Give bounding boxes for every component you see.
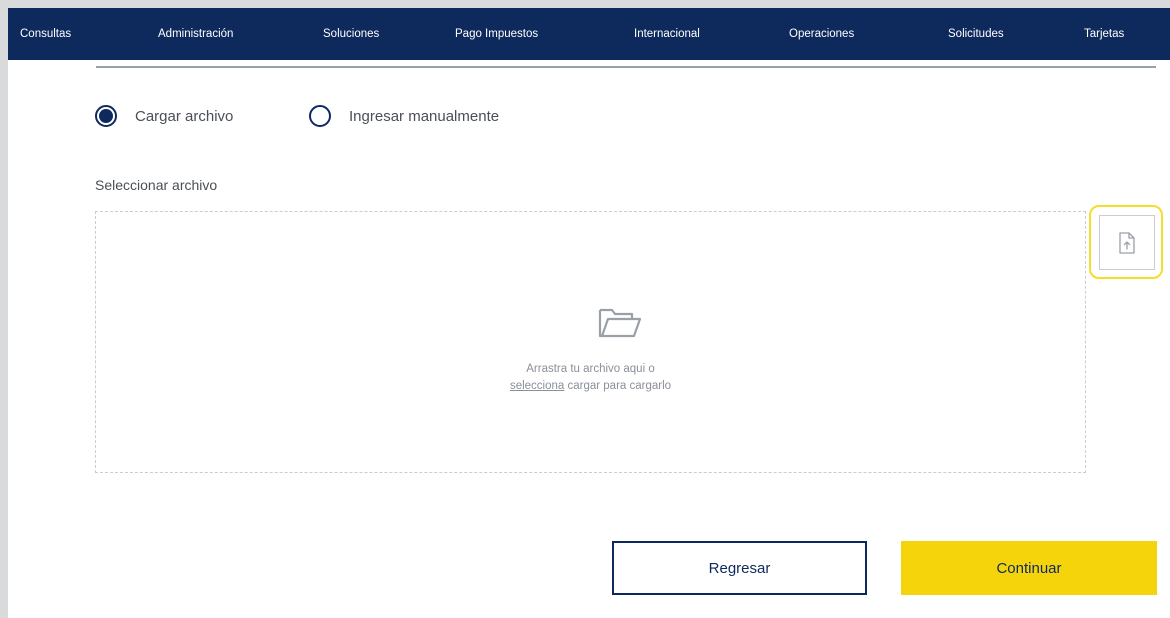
folder-open-icon (598, 308, 642, 338)
top-navigation: Consultas Administración Soluciones Pago… (8, 8, 1170, 60)
continue-button[interactable]: Continuar (901, 541, 1157, 595)
dropzone-instruction: Arrastra tu archivo aqui o (526, 363, 655, 375)
upload-mode-radio-group: Cargar archivo Ingresar manualmente (8, 101, 1170, 131)
back-button[interactable]: Regresar (612, 541, 867, 595)
nav-item-solicitudes[interactable]: Solicitudes (948, 8, 1004, 60)
section-divider (96, 66, 1156, 68)
nav-item-tarjetas[interactable]: Tarjetas (1084, 8, 1124, 60)
nav-item-soluciones[interactable]: Soluciones (323, 8, 379, 60)
nav-item-consultas[interactable]: Consultas (20, 8, 71, 60)
radio-unselected-icon[interactable] (309, 105, 331, 127)
select-file-link[interactable]: selecciona (510, 380, 564, 392)
nav-item-operaciones[interactable]: Operaciones (789, 8, 854, 60)
radio-label: Ingresar manualmente (349, 107, 500, 125)
dropzone-instruction-line2: selecciona cargar para cargarlo (96, 380, 1085, 392)
nav-item-internacional[interactable]: Internacional (634, 8, 700, 60)
radio-selected-icon[interactable] (95, 105, 117, 127)
radio-label: Cargar archivo (135, 107, 234, 125)
file-dropzone[interactable]: Arrastra tu archivo aqui o selecciona ca… (95, 211, 1086, 473)
nav-item-pago-impuestos[interactable]: Pago Impuestos (455, 8, 538, 60)
radio-cargar-archivo[interactable]: Cargar archivo (95, 101, 233, 131)
nav-item-administracion[interactable]: Administración (158, 8, 233, 60)
select-file-label: Seleccionar archivo (95, 177, 218, 193)
upload-file-button[interactable] (1099, 215, 1155, 270)
radio-ingresar-manualmente[interactable]: Ingresar manualmente (309, 101, 499, 131)
page-frame: Consultas Administración Soluciones Pago… (8, 8, 1170, 618)
dropzone-instruction-rest: cargar para cargarlo (564, 380, 672, 392)
file-upload-icon (1119, 232, 1135, 254)
